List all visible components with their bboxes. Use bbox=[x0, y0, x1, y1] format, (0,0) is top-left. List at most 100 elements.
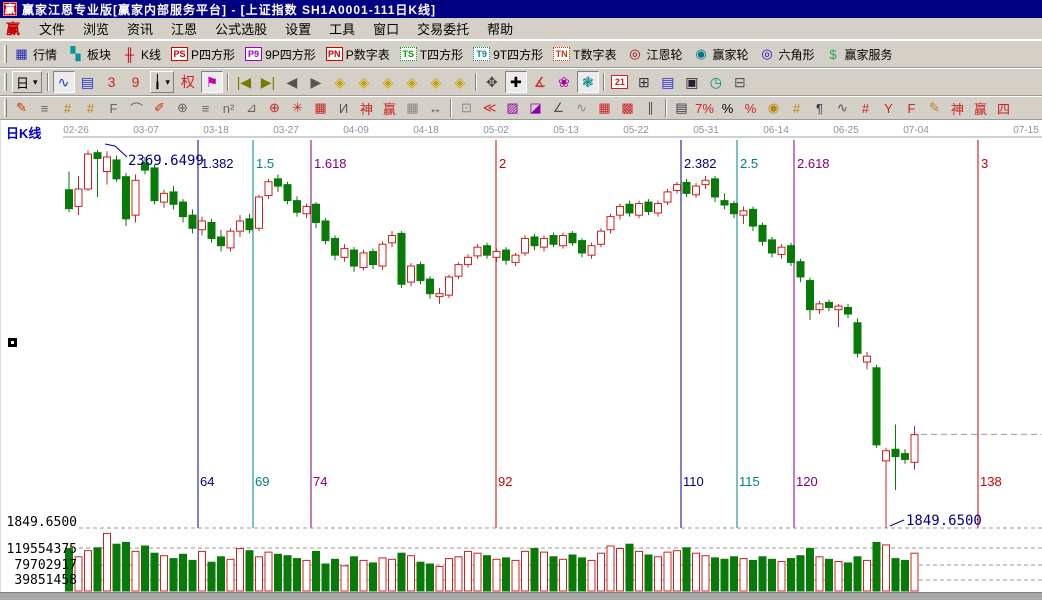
9t-square-button[interactable]: T9 9T四方形 bbox=[472, 42, 548, 66]
percent-7-tool-icon[interactable]: 7% bbox=[694, 98, 715, 118]
shen-tool-icon[interactable]: 神 bbox=[356, 98, 377, 118]
fan-box-tool-icon[interactable]: ◪ bbox=[525, 98, 546, 118]
zoom-out-x-icon[interactable]: ◈ bbox=[329, 71, 351, 93]
arc-tool-icon[interactable]: ⌒ bbox=[126, 98, 147, 118]
calculator-icon[interactable]: ⊞ bbox=[633, 71, 655, 93]
save-icon[interactable]: ▣ bbox=[681, 71, 703, 93]
volume-profile-tool-icon[interactable]: ▤ bbox=[671, 98, 692, 118]
gann-fan-grid-tool-icon[interactable]: ▨ bbox=[502, 98, 523, 118]
sectors-button[interactable]: ▚ 板块 bbox=[66, 42, 116, 66]
print-icon[interactable]: ⊟ bbox=[729, 71, 751, 93]
pan-hand-tool-icon[interactable]: ✥ bbox=[481, 71, 503, 93]
first-page-icon[interactable]: |◀ bbox=[233, 71, 255, 93]
menu-item-browse[interactable]: 浏览 bbox=[74, 18, 118, 39]
winner-service-button[interactable]: $ 赢家服务 bbox=[824, 42, 898, 66]
gold-circle-tool-icon[interactable]: ◉ bbox=[763, 98, 784, 118]
percent-line-tool-icon[interactable]: % bbox=[740, 98, 761, 118]
star-ray-tool-icon[interactable]: ✳ bbox=[287, 98, 308, 118]
candle-style[interactable]: ╽ ▾ bbox=[149, 71, 174, 93]
menu-item-settings[interactable]: 设置 bbox=[276, 18, 320, 39]
ying-red-tool-icon[interactable]: 赢 bbox=[970, 98, 991, 118]
stretch-x-icon[interactable]: ◈ bbox=[377, 71, 399, 93]
menu-item-gann[interactable]: 江恩 bbox=[162, 18, 206, 39]
toolbar-grip[interactable] bbox=[4, 99, 7, 117]
shen-red-tool-icon[interactable]: 神 bbox=[947, 98, 968, 118]
angle-measure-tool-icon[interactable]: ∡ bbox=[529, 71, 551, 93]
brush-tool-icon[interactable]: ✎ bbox=[11, 98, 32, 118]
menu-item-help[interactable]: 帮助 bbox=[478, 18, 522, 39]
flower-tool-icon[interactable]: ❀ bbox=[553, 71, 575, 93]
period-selector[interactable]: 日 ▾ bbox=[12, 71, 42, 93]
price-grid-tool-icon[interactable]: ▦ bbox=[402, 98, 423, 118]
gold-section-tool-icon[interactable]: # bbox=[57, 98, 78, 118]
grid-tool-icon[interactable]: ▦ bbox=[594, 98, 615, 118]
flag-indicator-icon[interactable]: ⚑ bbox=[200, 71, 223, 93]
info-list-icon[interactable]: ▤ bbox=[77, 71, 99, 93]
ying-tool-icon[interactable]: 赢 bbox=[379, 98, 400, 118]
fibonacci-tool-icon[interactable]: F bbox=[103, 98, 124, 118]
golden-ratio-tool-icon[interactable]: # bbox=[80, 98, 101, 118]
t-square-button[interactable]: TS T四方形 bbox=[399, 42, 468, 66]
y-ratio-tool-icon[interactable]: Y bbox=[878, 98, 899, 118]
p-number-table-button[interactable]: PN P数字表 bbox=[325, 42, 395, 66]
wave-tool-icon[interactable]: ∿ bbox=[571, 98, 592, 118]
box-tool-icon[interactable]: ⊡ bbox=[456, 98, 477, 118]
calendar-icon[interactable]: 21 bbox=[609, 71, 631, 93]
toolbar-grip[interactable] bbox=[4, 73, 7, 91]
kline-button[interactable]: ╫ K线 bbox=[120, 42, 166, 66]
overlay-chart-icon[interactable]: ∿ bbox=[52, 71, 75, 93]
bottom-scroll-strip[interactable] bbox=[0, 592, 1042, 600]
brain-tool-icon[interactable]: ❃ bbox=[576, 71, 599, 93]
percent-tool-icon[interactable]: % bbox=[717, 98, 738, 118]
rights-adjust-icon[interactable]: 权 bbox=[177, 71, 199, 93]
gann-line-tool-icon[interactable]: ≡ bbox=[34, 98, 55, 118]
p-square-button[interactable]: PS P四方形 bbox=[170, 42, 240, 66]
crosshair-tool-icon[interactable]: ✚ bbox=[504, 71, 527, 93]
gold-pen-tool-icon[interactable]: ✎ bbox=[924, 98, 945, 118]
t-number-table-button[interactable]: TN T数字表 bbox=[552, 42, 621, 66]
pencil-tool-icon[interactable]: ✐ bbox=[149, 98, 170, 118]
menu-item-trade-entrust[interactable]: 交易委托 bbox=[408, 18, 478, 39]
f-red-tool-icon[interactable]: F bbox=[901, 98, 922, 118]
angle-line-tool-icon[interactable]: ∠ bbox=[548, 98, 569, 118]
last-page-icon[interactable]: ▶| bbox=[257, 71, 279, 93]
menu-item-formula-stock-pick[interactable]: 公式选股 bbox=[206, 18, 276, 39]
parallel-lines-tool-icon[interactable]: ∥ bbox=[640, 98, 661, 118]
dense-grid-tool-icon[interactable]: ▩ bbox=[617, 98, 638, 118]
winner-wheel-button[interactable]: ◉ 赢家轮 bbox=[691, 42, 753, 66]
zoom-in-x-icon[interactable]: ◈ bbox=[353, 71, 375, 93]
notepad-icon[interactable]: ▤ bbox=[657, 71, 679, 93]
toolbar-grip[interactable] bbox=[4, 45, 7, 63]
vol-price-tool-icon[interactable]: ¶ bbox=[809, 98, 830, 118]
cycle-circle-tool-icon[interactable]: ⊕ bbox=[172, 98, 193, 118]
red-gold-tool-icon[interactable]: # bbox=[855, 98, 876, 118]
compress-chart-icon[interactable]: ◈ bbox=[401, 71, 423, 93]
hexagon-button[interactable]: ◎ 六角形 bbox=[758, 42, 820, 66]
kline-chart[interactable]: 02-26 03-07 03-18 03-27 04-09 04-18 05-02 05-13… bbox=[1, 120, 1042, 592]
prev-page-icon[interactable]: ◀ bbox=[281, 71, 303, 93]
menu-item-news[interactable]: 资讯 bbox=[118, 18, 162, 39]
menu-item-window[interactable]: 窗口 bbox=[364, 18, 408, 39]
next-page-icon[interactable]: ▶ bbox=[305, 71, 327, 93]
zigzag-3-icon[interactable]: 3 bbox=[101, 71, 123, 93]
speed-line-tool-icon[interactable]: ≡ bbox=[195, 98, 216, 118]
spider-web-tool-icon[interactable]: ▦ bbox=[310, 98, 331, 118]
four-square-tool-icon[interactable]: 四 bbox=[993, 98, 1014, 118]
menu-item-tools[interactable]: 工具 bbox=[320, 18, 364, 39]
gold-average-tool-icon[interactable]: # bbox=[786, 98, 807, 118]
time-span-tool-icon[interactable]: ↔ bbox=[425, 98, 446, 118]
quotes-button[interactable]: ▦ 行情 bbox=[12, 42, 62, 66]
square-of-nine-tool-icon[interactable]: n² bbox=[218, 98, 239, 118]
gann-wheel-button[interactable]: ◎ 江恩轮 bbox=[625, 42, 687, 66]
gann-target-tool-icon[interactable]: ⊕ bbox=[264, 98, 285, 118]
broken-line-tool-icon[interactable]: И bbox=[333, 98, 354, 118]
expand-chart-icon[interactable]: ◈ bbox=[425, 71, 447, 93]
fan-lines-tool-icon[interactable]: ≪ bbox=[479, 98, 500, 118]
menu-item-file[interactable]: 文件 bbox=[30, 18, 74, 39]
world-clock-icon[interactable]: ◷ bbox=[705, 71, 727, 93]
9p-square-button[interactable]: P9 9P四方形 bbox=[244, 42, 321, 66]
left-drag-handle[interactable] bbox=[8, 338, 17, 347]
fit-all-icon[interactable]: ◈ bbox=[449, 71, 471, 93]
zigzag-9-icon[interactable]: 9 bbox=[125, 71, 147, 93]
wave2-tool-icon[interactable]: ∿ bbox=[832, 98, 853, 118]
